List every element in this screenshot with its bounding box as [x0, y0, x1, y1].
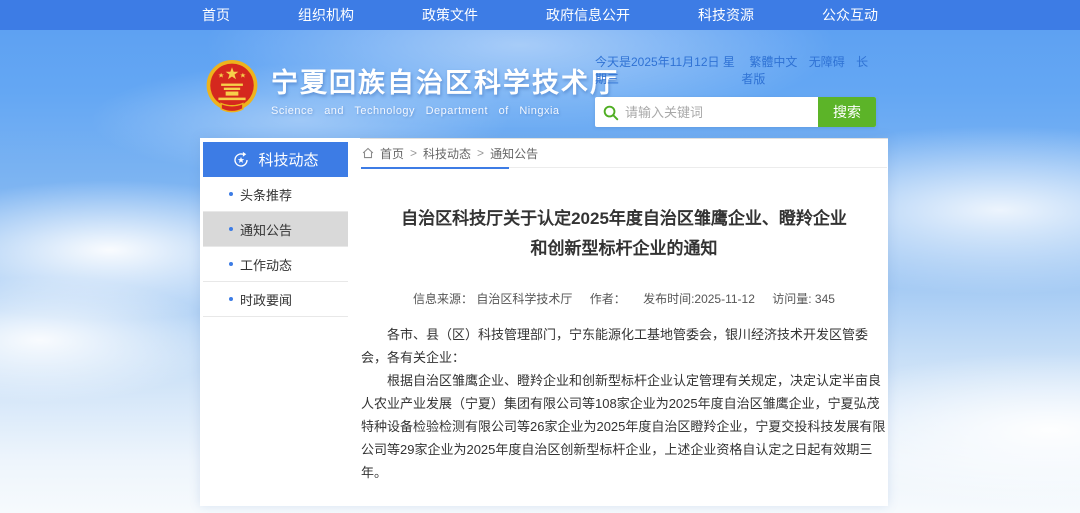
- meta-source: 信息来源： 自治区科学技术厅: [413, 292, 572, 306]
- article-paragraph: 各市、县（区）科技管理部门，宁东能源化工基地管委会，银川经济技术开发区管委会，各…: [361, 323, 887, 369]
- bullet-icon: [229, 227, 233, 231]
- link-traditional-chinese[interactable]: 繁體中文: [749, 55, 797, 69]
- national-emblem-icon: [203, 58, 261, 120]
- breadcrumb-home[interactable]: 首页: [380, 145, 404, 162]
- sidebar-title: 科技动态: [258, 149, 318, 170]
- sidebar-item-notices[interactable]: 通知公告: [203, 212, 348, 247]
- article-meta: 信息来源： 自治区科学技术厅 作者： 发布时间:2025-11-12 访问量: …: [361, 290, 887, 307]
- nav-item-home[interactable]: 首页: [202, 5, 230, 25]
- breadcrumb-separator: >: [477, 146, 484, 160]
- site-brand: 宁夏回族自治区科学技术厅 Science and Technology Depa…: [203, 58, 619, 120]
- article-title-line2: 和创新型标杆企业的通知: [361, 234, 887, 264]
- top-nav: 首页 组织机构 政策文件 政府信息公开 科技资源 公众互动: [0, 0, 1080, 30]
- home-icon: [361, 146, 375, 160]
- article-body: 各市、县（区）科技管理部门，宁东能源化工基地管委会，银川经济技术开发区管委会，各…: [361, 323, 887, 484]
- search-bar: 搜索: [595, 97, 876, 127]
- sidebar-item-label: 工作动态: [240, 255, 292, 274]
- sidebar: 科技动态 头条推荐 通知公告 工作动态 时政要闻: [203, 142, 348, 506]
- site-title: 宁夏回族自治区科学技术厅: [271, 61, 619, 100]
- article-paragraph: 根据自治区雏鹰企业、瞪羚企业和创新型标杆企业认定管理有关规定，决定认定半亩良人农…: [361, 369, 887, 484]
- bullet-icon: [229, 297, 233, 301]
- nav-item-gov-info[interactable]: 政府信息公开: [546, 5, 630, 25]
- article-title-line1: 自治区科技厅关于认定2025年度自治区雏鹰企业、瞪羚企业: [361, 204, 887, 234]
- nav-item-interaction[interactable]: 公众互动: [822, 5, 878, 25]
- header-right: 今天是2025年11月12日 星期三 繁體中文 无障碍 长者版 搜索: [595, 53, 876, 127]
- search-input[interactable]: [625, 97, 818, 127]
- breadcrumb-accent-line: [361, 167, 509, 169]
- nav-item-resources[interactable]: 科技资源: [698, 5, 754, 25]
- page: 首页 组织机构 政策文件 政府信息公开 科技资源 公众互动 宁夏回族自治区科学技…: [0, 0, 1080, 513]
- breadcrumb: 首页 > 科技动态 > 通知公告: [361, 139, 887, 168]
- sidebar-item-label: 时政要闻: [240, 290, 292, 309]
- sidebar-item-current-politics[interactable]: 时政要闻: [203, 282, 348, 317]
- search-icon: [595, 97, 625, 127]
- breadcrumb-separator: >: [410, 146, 417, 160]
- sidebar-header: 科技动态: [203, 142, 348, 177]
- sidebar-item-headlines[interactable]: 头条推荐: [203, 177, 348, 212]
- breadcrumb-tech-news[interactable]: 科技动态: [423, 145, 471, 162]
- meta-views: 访问量: 345: [772, 292, 835, 306]
- breadcrumb-notices[interactable]: 通知公告: [490, 145, 538, 162]
- site-subtitle: Science and Technology Department of Nin…: [271, 105, 619, 117]
- star-circle-icon: [232, 151, 250, 169]
- main-content: 首页 > 科技动态 > 通知公告 自治区科技厅关于认定2025年度自治区雏鹰企业…: [360, 138, 888, 506]
- content-wrapper: 科技动态 头条推荐 通知公告 工作动态 时政要闻: [200, 138, 888, 506]
- meta-publish-date: 发布时间:2025-11-12: [643, 292, 755, 306]
- link-accessibility[interactable]: 无障碍: [809, 55, 845, 69]
- nav-item-policy[interactable]: 政策文件: [422, 5, 478, 25]
- nav-item-organization[interactable]: 组织机构: [298, 5, 354, 25]
- search-button[interactable]: 搜索: [818, 97, 876, 127]
- sidebar-item-work-trends[interactable]: 工作动态: [203, 247, 348, 282]
- current-date: 今天是2025年11月12日 星期三: [595, 53, 741, 87]
- sidebar-item-label: 通知公告: [240, 220, 292, 239]
- bullet-icon: [229, 192, 233, 196]
- meta-author: 作者：: [590, 292, 626, 306]
- article-title: 自治区科技厅关于认定2025年度自治区雏鹰企业、瞪羚企业 和创新型标杆企业的通知: [361, 204, 887, 264]
- sidebar-item-label: 头条推荐: [240, 185, 292, 204]
- bullet-icon: [229, 262, 233, 266]
